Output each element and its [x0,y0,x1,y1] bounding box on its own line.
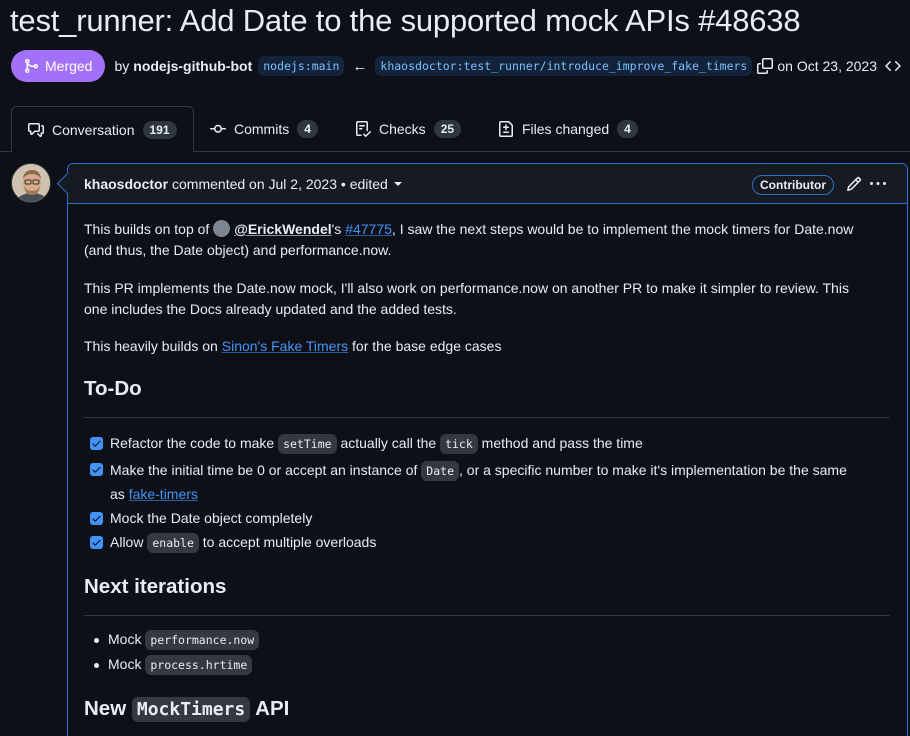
tab-files-changed-label: Files changed [522,121,610,137]
tab-conversation-label: Conversation [52,121,135,138]
checkbox-checked[interactable] [90,437,103,450]
task-text: Make the initial time be 0 or accept an … [110,461,847,502]
check-icon [92,440,101,447]
check-icon [92,466,101,473]
by-label: by [114,58,130,74]
tab-files-changed[interactable]: Files changed 4 [482,106,654,152]
task-item: Refactor the code to make setTime actual… [90,433,890,455]
inline-code: enable [147,533,199,553]
p2-line2: one includes the Docs already updated an… [84,301,457,317]
new-api-heading: New MockTimers API [84,697,890,736]
tab-conversation-count: 191 [142,120,177,139]
tab-conversation[interactable]: Conversation 191 [11,106,194,153]
comment-discussion-icon [28,122,44,137]
paragraph-implements: This PR implements the Date.now mock, I'… [84,278,892,320]
p3-suffix: for the base edge cases [352,338,502,354]
base-branch[interactable]: nodejs:main [258,56,345,76]
bullet-dot [94,637,99,643]
todo-heading: To-Do [84,378,890,418]
task-item: Mock the Date object completely [90,508,890,529]
checkbox-checked[interactable] [90,463,103,476]
p1-line2: (and thus, the Date object) and performa… [84,242,392,258]
tab-commits-label: Commits [234,121,290,137]
inline-code: tick [440,434,478,454]
task-text: Mock the Date object completely [110,510,313,526]
tab-checks[interactable]: Checks 25 [339,106,477,152]
pencil-icon[interactable] [846,176,862,192]
paragraph-sinon: This heavily builds on Sinon's Fake Time… [84,336,892,357]
tab-checks-label: Checks [379,121,426,137]
branch-arrow: ← [352,57,368,75]
mention-link[interactable]: @ErickWendel [234,221,331,237]
p1-prefix: This builds on top of [84,221,210,237]
bullet-dot [94,662,99,668]
p2-line1: This PR implements the Date.now mock, I'… [84,280,849,296]
task-text: Refactor the code to make setTime actual… [110,433,643,455]
avatar[interactable] [11,163,51,203]
p1-rest: , I saw the next steps would be to imple… [391,221,854,237]
tab-checks-count: 25 [433,120,462,138]
code-icon[interactable] [885,58,901,74]
inline-code: performance.now [145,630,260,650]
pr-meta: Merged by nodejs-github-bot nodejs:main … [11,50,901,82]
comment-meta[interactable]: commented on Jul 2, 2023 • edited [172,176,388,192]
p3-prefix: This heavily builds on [84,338,218,354]
inline-code: process.hrtime [145,655,253,675]
git-commit-icon [210,124,226,133]
head-branch[interactable]: khaosdoctor:test_runner/introduce_improv… [375,56,753,76]
comment-box: khaosdoctor commented on Jul 2, 2023 • e… [67,163,908,736]
merged-label: Merged [45,58,93,74]
merged-state-badge: Merged [11,50,106,82]
merged-date: on Oct 23, 2023 [777,58,877,74]
inline-code: Date [421,461,459,481]
sinon-link[interactable]: Sinon's Fake Timers [222,338,348,354]
fake-timers-link[interactable]: fake-timers [129,486,198,502]
pr-author-link[interactable]: nodejs-github-bot [133,58,252,74]
inline-code: setTime [278,434,337,454]
check-icon [92,515,101,522]
check-icon [92,539,101,546]
task-item: Make the initial time be 0 or accept an … [90,459,890,506]
task-text: Allow enable to accept multiple overload… [110,532,376,554]
list-item: Mock process.hrtime [94,654,253,676]
checkbox-checked[interactable] [90,536,103,549]
paragraph-intro: This builds on top of @ErickWendel's #47… [84,219,892,261]
comment-author-link[interactable]: khaosdoctor [84,176,168,192]
p1-apos: 's [331,221,342,237]
pr-reference-link[interactable]: #47775 [345,221,392,237]
pr-tabs: Conversation 191 Commits 4 Checks 25 Fil… [0,106,910,153]
list-item: Mock performance.now [94,629,260,651]
tab-files-changed-count: 4 [617,120,638,138]
triangle-down-icon[interactable] [393,181,402,186]
mention-avatar [213,220,231,237]
inline-code: MockTimers [131,697,251,722]
git-merge-icon [25,59,39,73]
file-diff-icon [499,121,513,137]
next-iterations-heading: Next iterations [84,576,890,616]
copy-icon[interactable] [757,58,774,74]
tab-commits[interactable]: Commits 4 [194,106,334,152]
tab-commits-count: 4 [297,120,318,138]
checkbox-checked[interactable] [90,512,103,525]
pr-title: test_runner: Add Date to the supported m… [10,3,801,38]
task-item: Allow enable to accept multiple overload… [90,532,890,554]
kebab-horizontal-icon[interactable] [870,176,886,192]
checklist-icon [356,121,371,137]
contributor-badge: Contributor [752,175,834,195]
comment-header: khaosdoctor commented on Jul 2, 2023 • e… [68,164,907,204]
